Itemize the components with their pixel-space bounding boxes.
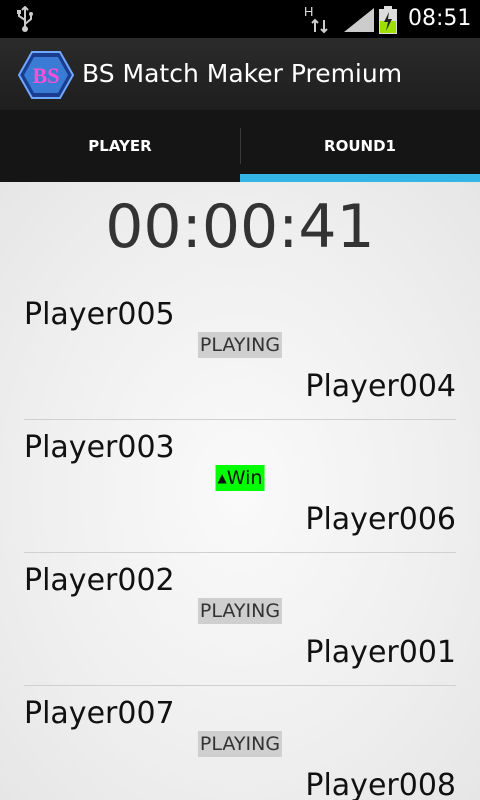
tab-round1[interactable]: ROUND1	[240, 110, 480, 182]
match-status-badge[interactable]: PLAYING	[197, 332, 283, 358]
tab-bar: PLAYER ROUND1	[0, 110, 480, 182]
match-status-badge[interactable]: PLAYING	[197, 598, 283, 624]
match-player2: Player004	[305, 369, 456, 404]
network-type-icon: H	[304, 4, 330, 34]
match-player1: Player003	[24, 430, 175, 465]
app-logo[interactable]: BS	[18, 50, 74, 100]
round-timer: 00:00:41	[105, 192, 375, 262]
match-player2: Player006	[305, 502, 456, 537]
match-status-badge[interactable]: PLAYING	[197, 731, 283, 757]
battery-charging-icon	[379, 6, 397, 34]
match-row[interactable]: Player007 PLAYING Player008	[24, 686, 456, 800]
match-status-label: Win	[226, 467, 263, 489]
svg-text:BS: BS	[33, 63, 60, 88]
network-type-label: H	[304, 4, 314, 19]
match-player1: Player002	[24, 563, 175, 598]
signal-strength-icon	[344, 8, 374, 32]
match-player2: Player001	[305, 635, 456, 670]
tab-player[interactable]: PLAYER	[0, 110, 240, 182]
usb-icon	[17, 6, 33, 32]
app-title: BS Match Maker Premium	[82, 59, 403, 88]
match-player1: Player007	[24, 696, 175, 731]
data-arrows-icon	[311, 18, 328, 34]
triangle-up-icon: ▲	[217, 471, 227, 485]
match-row[interactable]: Player002 PLAYING Player001	[24, 553, 456, 686]
status-clock: 08:51	[408, 6, 472, 31]
match-status-badge[interactable]: ▲Win	[215, 465, 265, 491]
status-bar: H 08:51	[0, 0, 480, 38]
selected-tab-indicator	[240, 174, 480, 182]
match-row[interactable]: Player003 ▲Win Player006	[24, 420, 456, 553]
action-bar: BS BS Match Maker Premium	[0, 38, 480, 110]
match-row[interactable]: Player005 PLAYING Player004	[24, 287, 456, 420]
match-player2: Player008	[305, 768, 456, 800]
match-player1: Player005	[24, 297, 175, 332]
round-content: 00:00:41 Player005 PLAYING Player004 Pla…	[0, 182, 480, 800]
